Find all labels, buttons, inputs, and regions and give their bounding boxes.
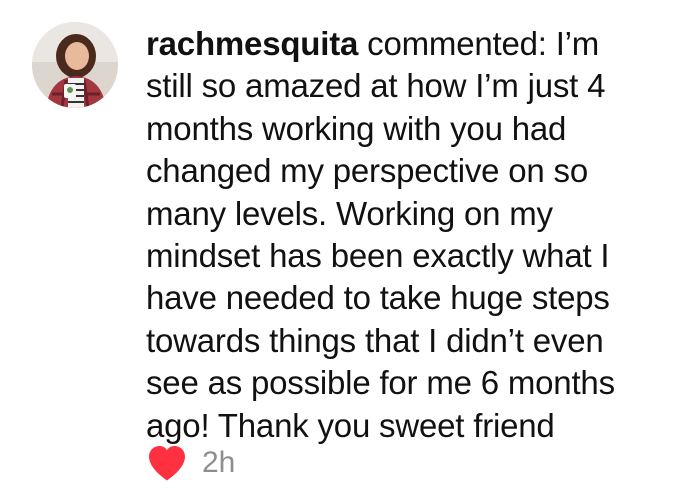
comment-line: ago! Thank you sweet friend bbox=[146, 406, 555, 444]
comment-line: mindset has been exactly what I bbox=[146, 237, 610, 275]
comment-text: rachmesquita commented: I’m still so amaz… bbox=[146, 23, 686, 447]
comment-meta: 2h bbox=[146, 443, 235, 483]
timestamp: 2h bbox=[202, 446, 236, 479]
username-link[interactable]: rachmesquita bbox=[146, 25, 358, 62]
comment-line: many levels. Working on my bbox=[146, 194, 553, 232]
comment-line: changed my perspective on so bbox=[146, 152, 588, 190]
comment-line: see as possible for me 6 months bbox=[146, 364, 615, 402]
comment-line: months working with you had bbox=[146, 109, 567, 147]
comment-line: still so amazed at how I’m just 4 bbox=[146, 67, 606, 105]
heart-icon[interactable] bbox=[146, 443, 188, 483]
comment-line: have needed to take huge steps bbox=[146, 279, 610, 317]
avatar[interactable] bbox=[32, 22, 118, 108]
comment-line: towards things that I didn’t even bbox=[146, 321, 604, 359]
comment-row: rachmesquita commented: I’m still so amaz… bbox=[0, 0, 690, 489]
avatar-image bbox=[32, 22, 118, 108]
comment-line-text: commented: I’m bbox=[358, 25, 600, 62]
comment-line: rachmesquita commented: I’m bbox=[146, 23, 686, 65]
